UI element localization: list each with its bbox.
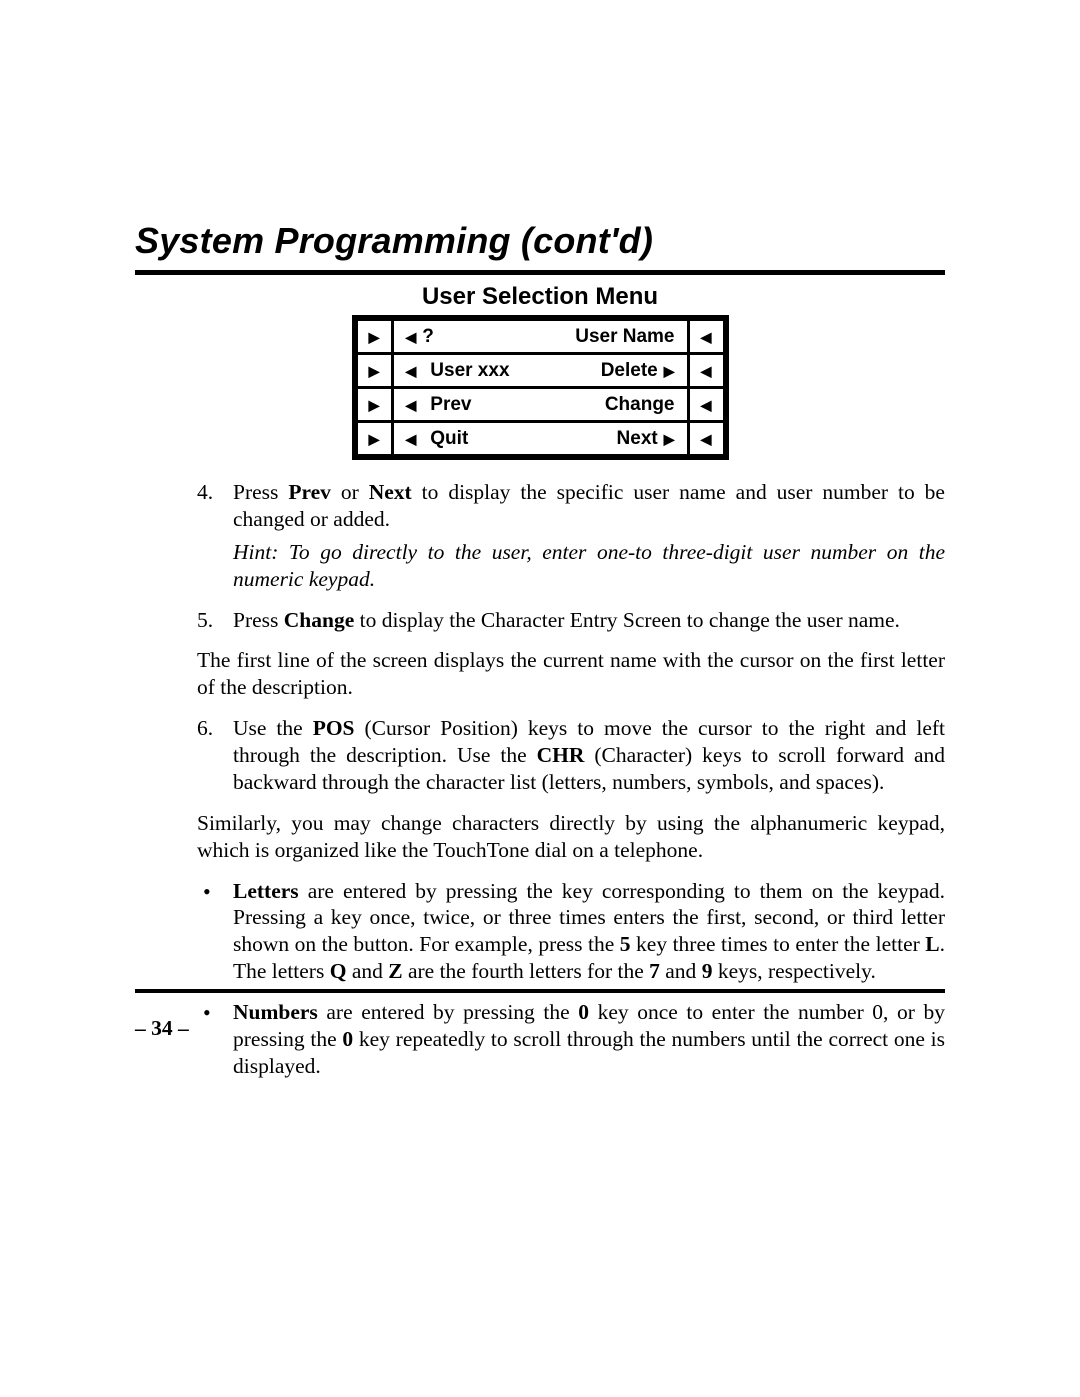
paragraph: The first line of the screen displays th… [197, 647, 945, 701]
text: Use the [233, 716, 313, 740]
bold-l: L [925, 932, 939, 956]
left-triangle-icon: ◀ [701, 363, 712, 379]
lcd-left-label: Quit [430, 428, 468, 450]
right-triangle-icon: ▶ [369, 329, 380, 345]
lcd-right-label: Delete [601, 360, 658, 382]
right-triangle-icon: ▶ [664, 432, 675, 446]
lcd-left-button[interactable]: ▶ [356, 354, 392, 388]
bold-7: 7 [649, 959, 660, 983]
user-selection-menu: User Selection Menu ▶ ◀? User Name ◀ ▶ ◀ User … [135, 283, 945, 465]
bold-letters: Letters [233, 879, 299, 903]
step-number: 6. [197, 715, 213, 742]
lcd-left-label: User xxx [430, 360, 509, 382]
text: key three times to enter the letter [631, 932, 926, 956]
page-number: – 34 – [135, 1016, 189, 1041]
lcd-panel: ▶ ◀? User Name ◀ ▶ ◀ User xxx Delete ▶ ◀ ▶ ◀ Prev Cha… [352, 315, 729, 460]
bullet-numbers: Numbers are entered by pressing the 0 ke… [197, 999, 945, 1080]
lcd-right-label: Next [617, 428, 658, 450]
left-triangle-icon: ◀ [406, 432, 417, 446]
lcd-right-label: User Name [575, 326, 674, 348]
page: System Programming (cont'd) User Selecti… [0, 0, 1080, 1397]
bullet-letters: Letters are entered by pressing the key … [197, 878, 945, 986]
text: and [660, 959, 702, 983]
text: to display the Character Entry Screen to… [354, 608, 900, 632]
right-triangle-icon: ▶ [369, 397, 380, 413]
lcd-row: ▶ ◀ Prev Change ◀ [356, 388, 724, 422]
lcd-right-button[interactable]: ◀ [688, 354, 724, 388]
paragraph: Similarly, you may change characters dir… [197, 810, 945, 864]
left-triangle-icon: ◀ [701, 397, 712, 413]
hint-text: Hint: To go directly to the user, enter … [233, 539, 945, 593]
bold-9: 9 [702, 959, 713, 983]
bottom-rule [135, 989, 945, 993]
bold-chr: CHR [537, 743, 585, 767]
lcd-left-button[interactable]: ▶ [356, 388, 392, 422]
lcd-mid-cell: ◀ User xxx Delete ▶ [392, 354, 688, 388]
left-triangle-icon: ◀ [701, 431, 712, 447]
text: or [331, 480, 369, 504]
bold-next: Next [369, 480, 412, 504]
lcd-row: ▶ ◀ User xxx Delete ▶ ◀ [356, 354, 724, 388]
step-6: 6. Use the POS (Cursor Position) keys to… [197, 715, 945, 796]
bold-z: Z [388, 959, 402, 983]
right-triangle-icon: ▶ [369, 363, 380, 379]
bold-0: 0 [342, 1027, 353, 1051]
bold-5: 5 [620, 932, 631, 956]
bold-q: Q [330, 959, 347, 983]
text: keys, respectively. [712, 959, 875, 983]
lcd-right-button[interactable]: ◀ [688, 320, 724, 354]
lcd-mid-cell: ◀? User Name [392, 320, 688, 354]
lcd-left-button[interactable]: ▶ [356, 422, 392, 456]
lcd-mid-cell: ◀ Prev Change [392, 388, 688, 422]
text: are the fourth letters for the [403, 959, 650, 983]
left-triangle-icon: ◀ [406, 398, 417, 412]
lcd-row: ▶ ◀? User Name ◀ [356, 320, 724, 354]
lcd-right-label: Change [605, 394, 675, 416]
left-triangle-icon: ◀ [406, 330, 417, 344]
lcd-row: ▶ ◀ Quit Next ▶ ◀ [356, 422, 724, 456]
menu-title: User Selection Menu [135, 283, 945, 311]
text: Press [233, 480, 288, 504]
step-5: 5. Press Change to display the Character… [197, 607, 945, 634]
lcd-left-label: Prev [430, 394, 471, 416]
lcd-mid-cell: ◀ Quit Next ▶ [392, 422, 688, 456]
right-triangle-icon: ▶ [369, 431, 380, 447]
text: and [346, 959, 388, 983]
lcd-table: ▶ ◀? User Name ◀ ▶ ◀ User xxx Delete ▶ ◀ ▶ ◀ Prev Cha… [355, 318, 726, 457]
lcd-right-button[interactable]: ◀ [688, 422, 724, 456]
lcd-right-button[interactable]: ◀ [688, 388, 724, 422]
page-heading: System Programming (cont'd) [135, 220, 945, 275]
bold-prev: Prev [288, 480, 331, 504]
bold-pos: POS [313, 716, 355, 740]
step-number: 4. [197, 479, 213, 506]
step-4: 4. Press Prev or Next to display the spe… [197, 479, 945, 593]
lcd-question: ? [422, 326, 434, 348]
right-triangle-icon: ▶ [664, 364, 675, 378]
text: Press [233, 608, 284, 632]
bold-0: 0 [578, 1000, 589, 1024]
left-triangle-icon: ◀ [701, 329, 712, 345]
step-number: 5. [197, 607, 213, 634]
text: are entered by pressing the [318, 1000, 578, 1024]
lcd-left-button[interactable]: ▶ [356, 320, 392, 354]
left-triangle-icon: ◀ [406, 364, 417, 378]
bold-numbers: Numbers [233, 1000, 318, 1024]
bold-change: Change [284, 608, 354, 632]
